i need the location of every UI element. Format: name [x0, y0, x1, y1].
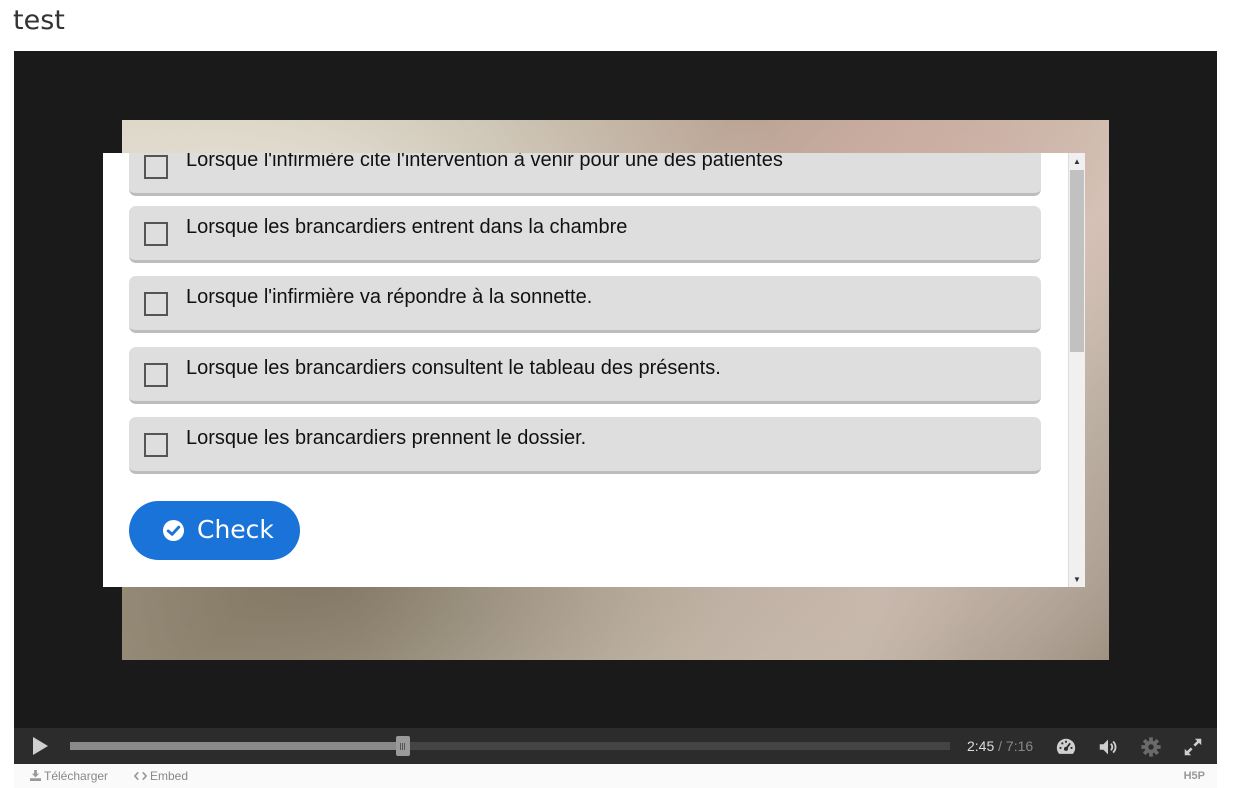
speed-gauge-icon[interactable] [1055, 736, 1077, 758]
check-button[interactable]: Check [129, 501, 300, 560]
answer-checkbox[interactable] [144, 433, 168, 457]
answer-option-label: Lorsque les brancardiers prennent le dos… [186, 427, 587, 449]
answer-checkbox[interactable] [144, 155, 168, 179]
answer-option[interactable]: Lorsque l'infirmière va répondre à la so… [129, 276, 1041, 333]
h5p-logo: H5P [1183, 770, 1205, 782]
embed-link[interactable]: Embed [133, 769, 189, 783]
download-label: Télécharger [44, 769, 109, 783]
quiz-panel: Lorsque l'infirmière cite l'intervention… [103, 153, 1085, 587]
answer-option-label: Lorsque l'infirmière cite l'intervention… [186, 153, 783, 171]
answer-checkbox[interactable] [144, 363, 168, 387]
fullscreen-icon[interactable] [1182, 736, 1204, 758]
download-icon [30, 770, 41, 781]
seek-bar[interactable] [70, 736, 950, 756]
video-player: Lorsque l'infirmière cite l'intervention… [14, 51, 1217, 764]
answer-option[interactable]: Lorsque les brancardiers consultent le t… [129, 347, 1041, 404]
volume-icon[interactable] [1097, 736, 1119, 758]
answer-option-label: Lorsque l'infirmière va répondre à la so… [186, 286, 593, 308]
player-controls: 2:45 / 7:16 [14, 728, 1217, 764]
answer-option-label: Lorsque les brancardiers entrent dans la… [186, 216, 628, 238]
check-button-label: Check [197, 515, 274, 544]
quiz-scrollbar[interactable]: ▲ ▼ [1068, 153, 1085, 587]
scroll-down-icon[interactable]: ▼ [1069, 571, 1085, 587]
seek-progress [70, 742, 403, 750]
play-icon[interactable] [30, 736, 50, 756]
answer-option[interactable]: Lorsque les brancardiers prennent le dos… [129, 417, 1041, 474]
answer-option[interactable]: Lorsque les brancardiers entrent dans la… [129, 206, 1041, 263]
embed-code-icon [133, 771, 148, 781]
player-footer: Télécharger Embed H5P [14, 764, 1217, 788]
seek-handle[interactable] [395, 736, 410, 756]
check-circle-icon [162, 519, 185, 542]
answer-option[interactable]: Lorsque l'infirmière cite l'intervention… [129, 153, 1041, 196]
page-title: test [13, 5, 65, 36]
answer-checkbox[interactable] [144, 292, 168, 316]
answer-checkbox[interactable] [144, 222, 168, 246]
time-current: 2:45 [967, 738, 995, 754]
time-total: 7:16 [1005, 738, 1034, 754]
scroll-thumb[interactable] [1070, 170, 1084, 352]
answer-option-label: Lorsque les brancardiers consultent le t… [186, 357, 721, 379]
scroll-up-icon[interactable]: ▲ [1069, 153, 1085, 169]
download-link[interactable]: Télécharger [30, 769, 108, 783]
embed-label: Embed [150, 769, 189, 783]
gear-icon[interactable] [1140, 736, 1162, 758]
time-display: 2:45 / 7:16 [967, 738, 1033, 754]
time-separator: / [994, 738, 1006, 754]
